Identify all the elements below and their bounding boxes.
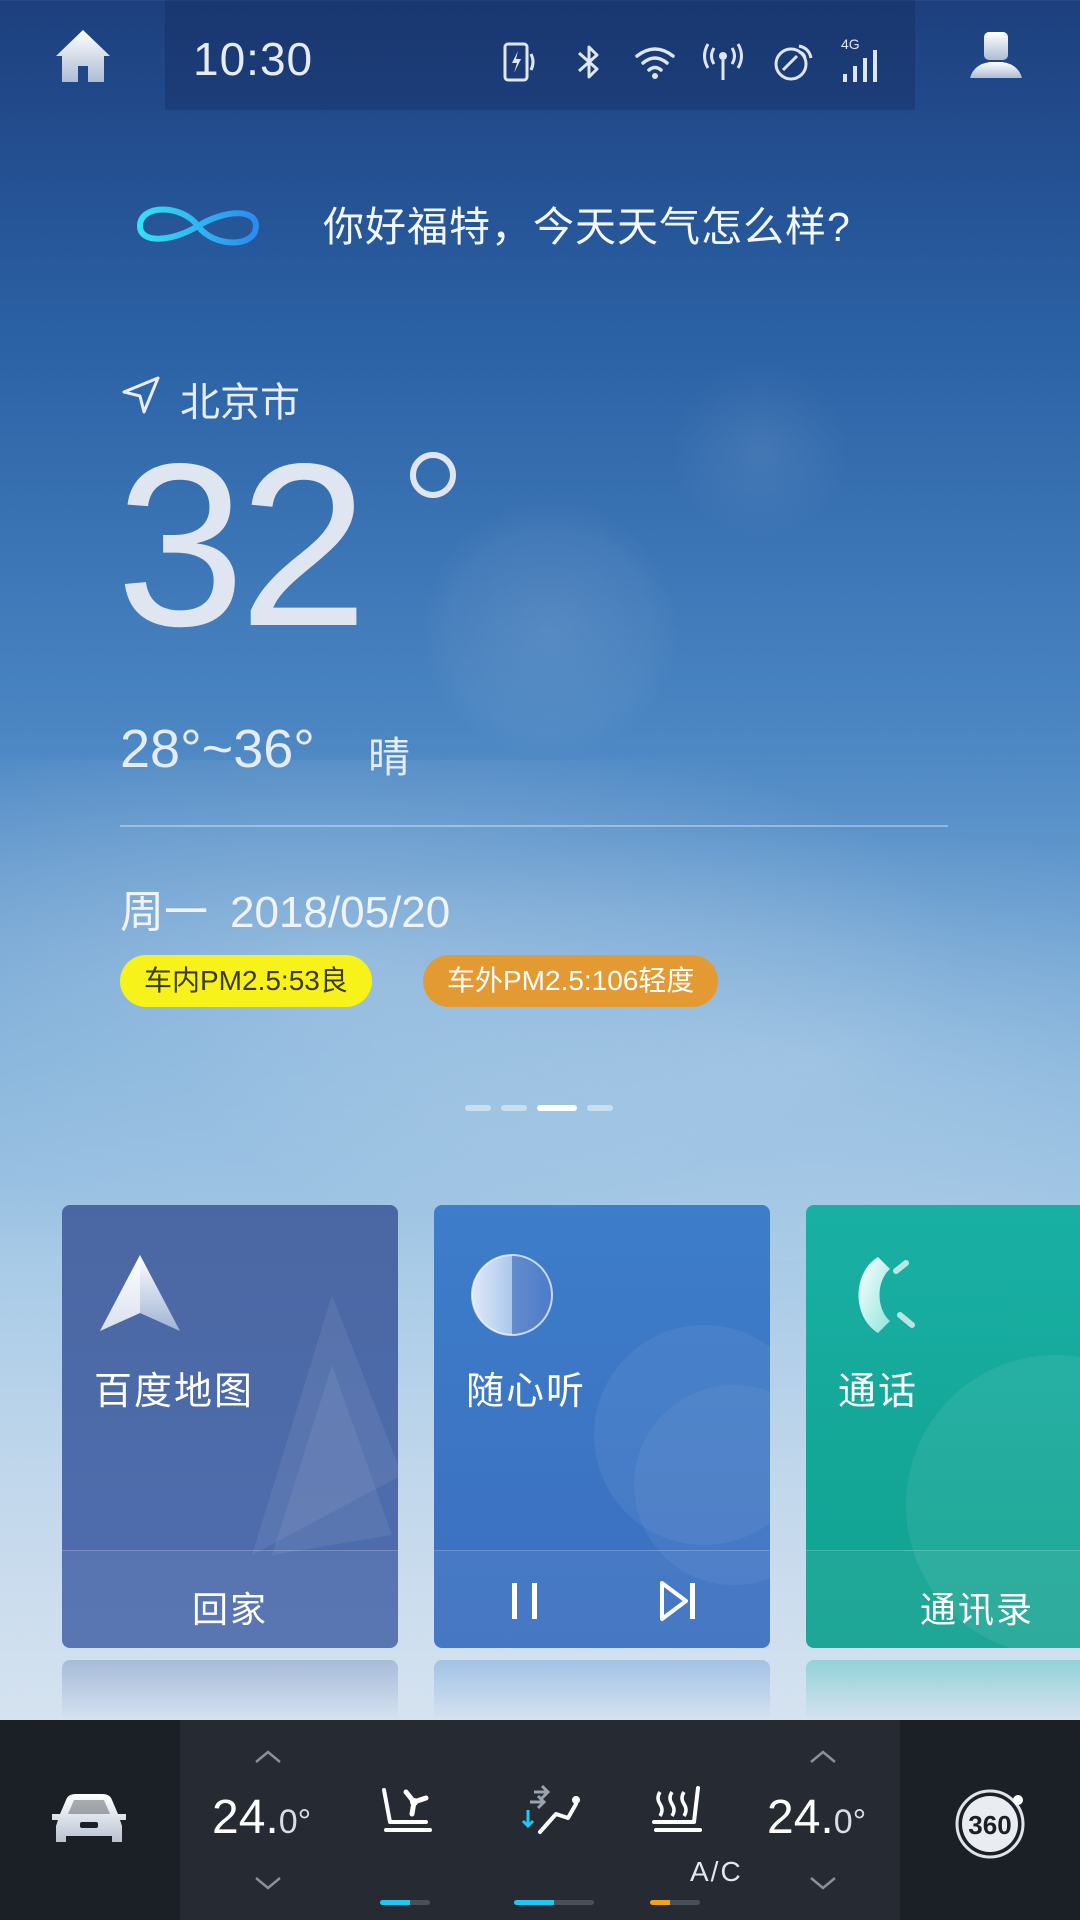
- map-card-footer[interactable]: 回家: [62, 1550, 398, 1648]
- card-reflection: [806, 1660, 1080, 1720]
- temperature-range: 28°~36°: [120, 719, 315, 779]
- camera-360-button[interactable]: 360: [954, 1788, 1026, 1860]
- driver-temp-dec: 0°: [278, 1803, 312, 1841]
- passenger-temp-control: 24.0°: [765, 1750, 885, 1900]
- seat-fan-level: [380, 1900, 430, 1905]
- seat-fan-icon: [382, 1788, 432, 1832]
- status-center: 10:30 4G: [165, 0, 915, 110]
- music-card-footer[interactable]: [434, 1550, 770, 1648]
- chevron-down-icon[interactable]: [809, 1876, 837, 1890]
- pm-inside-badge: 车内PM2.5:53良: [120, 955, 372, 1007]
- chevron-up-icon[interactable]: [254, 1750, 282, 1764]
- climate-controls: 24.0° A/C 24.0°: [180, 1720, 900, 1920]
- seat-fan-button[interactable]: [376, 1782, 440, 1905]
- user-avatar-icon: [970, 32, 1022, 78]
- climate-bar: 24.0° A/C 24.0° 360: [0, 1720, 1080, 1920]
- driver-temp-value: 24.0°: [212, 1790, 311, 1845]
- chevron-down-icon[interactable]: [254, 1876, 282, 1890]
- divider: [120, 825, 948, 827]
- map-card-decoration: [252, 1295, 398, 1555]
- map-card-title: 百度地图: [94, 1371, 255, 1413]
- page-dot-active[interactable]: [537, 1105, 577, 1111]
- card-reflection: [434, 1660, 770, 1720]
- music-disc-icon: [471, 1254, 553, 1336]
- map-card[interactable]: 百度地图 回家: [62, 1205, 398, 1648]
- cloud-backdrop: [0, 760, 1080, 1260]
- airflow-level: [514, 1900, 594, 1905]
- navigation-arrow-icon: [100, 1255, 180, 1331]
- sky-glow: [420, 500, 680, 760]
- 4g-signal-icon: 4G: [841, 36, 891, 86]
- car-icon: [52, 1794, 126, 1842]
- camera-360-label: 360: [968, 1810, 1012, 1840]
- contacts-button[interactable]: 通讯录: [920, 1581, 1034, 1633]
- phone-icon: [858, 1257, 915, 1333]
- pm-outside-badge: 车外PM2.5:106轻度: [423, 955, 719, 1007]
- phone-card-footer[interactable]: 通讯录: [806, 1550, 1080, 1648]
- assistant-prompt[interactable]: 你好福特，今天天气怎么样?: [323, 193, 851, 253]
- degree-symbol: [410, 452, 456, 498]
- location-arrow-icon: [122, 376, 160, 414]
- bluetooth-icon: [578, 45, 599, 79]
- airflow-button[interactable]: [504, 1782, 594, 1905]
- passenger-temp-value: 24.0°: [767, 1790, 866, 1845]
- date-line: 周一 2018/05/20: [120, 876, 450, 940]
- date: 2018/05/20: [230, 888, 451, 937]
- passenger-temp-dec: 0°: [833, 1803, 867, 1841]
- music-card-title: 随心听: [466, 1371, 587, 1413]
- ac-label[interactable]: A/C: [690, 1856, 743, 1888]
- vehicle-button[interactable]: [48, 1790, 130, 1852]
- phone-charging-icon: [503, 42, 535, 82]
- card-reflection: [62, 1660, 398, 1720]
- phone-card-title: 通话: [838, 1371, 919, 1413]
- pause-icon[interactable]: [506, 1579, 546, 1623]
- next-track-icon[interactable]: [656, 1579, 700, 1623]
- passenger-temp-int: 24.: [767, 1791, 834, 1844]
- home-icon: [56, 30, 110, 82]
- page-dot[interactable]: [465, 1105, 491, 1111]
- page-indicator[interactable]: [465, 1105, 613, 1111]
- clock: 10:30: [193, 33, 314, 85]
- weekday: 周一: [120, 888, 208, 937]
- go-home-button[interactable]: 回家: [62, 1581, 398, 1633]
- seat-heat-level: [650, 1900, 700, 1905]
- current-temperature: 32: [116, 416, 368, 675]
- page-dot[interactable]: [587, 1105, 613, 1111]
- user-profile-button[interactable]: [966, 28, 1026, 88]
- wifi-icon: [635, 47, 675, 79]
- music-card[interactable]: 随心听: [434, 1205, 770, 1648]
- driver-temp-int: 24.: [212, 1791, 279, 1844]
- chevron-up-icon[interactable]: [809, 1750, 837, 1764]
- home-button[interactable]: [52, 26, 114, 88]
- voice-assistant-logo[interactable]: [132, 196, 264, 256]
- airflow-seat-icon: [521, 1784, 580, 1834]
- seat-heat-icon: [652, 1786, 702, 1832]
- weather-condition: 晴: [368, 734, 411, 781]
- seat-heat-button[interactable]: [646, 1782, 710, 1905]
- page-dot[interactable]: [501, 1105, 527, 1111]
- hotspot-icon: [703, 43, 743, 80]
- status-bar: 10:30 4G: [0, 0, 1080, 120]
- sky-glow-small: [670, 360, 850, 540]
- driver-temp-control: 24.0°: [210, 1750, 330, 1900]
- gps-icon: [774, 44, 813, 81]
- phone-card[interactable]: 通话 通讯录: [806, 1205, 1080, 1648]
